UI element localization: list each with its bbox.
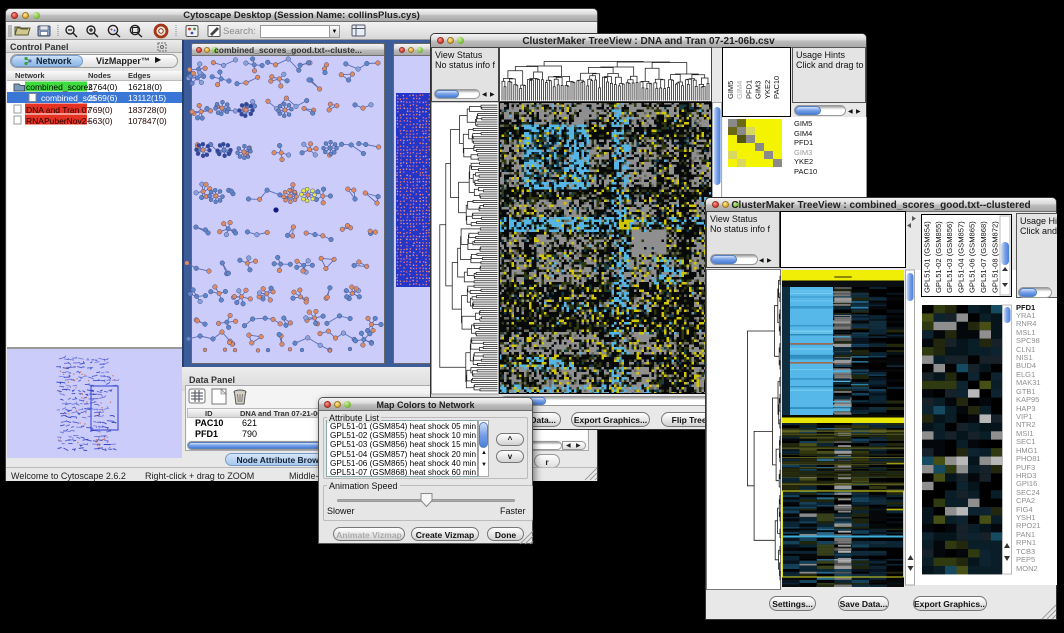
svg-text:GPL51-06 (GSM865): GPL51-06 (GSM865) <box>968 221 977 293</box>
svg-text:GPL51-04 (GSM857): GPL51-04 (GSM857) <box>956 221 965 293</box>
svg-text:GPL51-01 (GSM854): GPL51-01 (GSM854) <box>923 221 932 293</box>
svg-text:GPL51-03 (GSM856): GPL51-03 (GSM856) <box>945 221 954 293</box>
svg-text:GPL51-08 (GSM872): GPL51-08 (GSM872) <box>990 221 999 293</box>
svg-text:GPL51-07 (GSM868): GPL51-07 (GSM868) <box>979 221 988 293</box>
svg-text:GPL51-02 (GSM855): GPL51-02 (GSM855) <box>934 221 943 293</box>
